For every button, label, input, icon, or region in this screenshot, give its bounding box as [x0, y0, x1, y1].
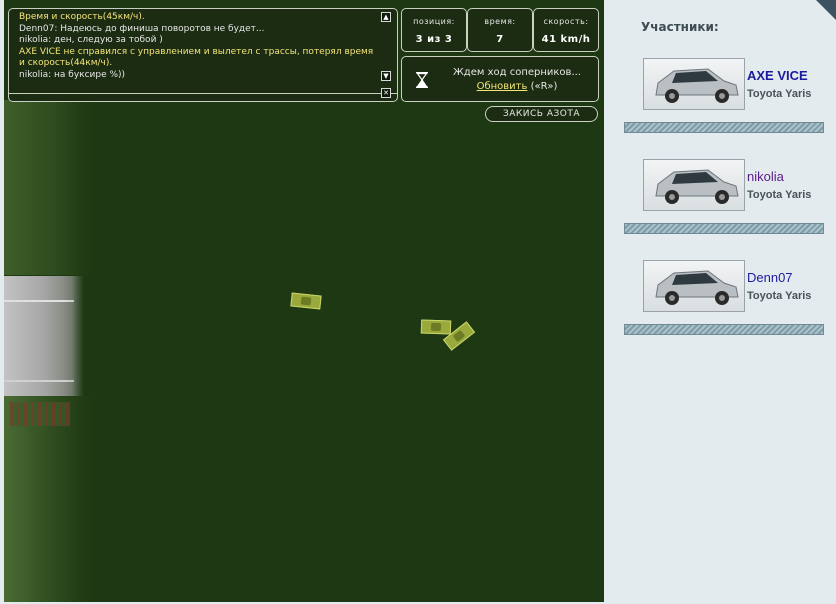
participant-progress-bar — [624, 324, 824, 335]
position-box: позиция: 3 из 3 — [401, 8, 467, 52]
participant-name[interactable]: Denn07 — [747, 270, 793, 285]
speed-label: скорость: — [543, 17, 589, 26]
participant-card: Denn07 Toyota Yaris — [643, 260, 833, 316]
chat-divider — [9, 93, 397, 94]
corner-decoration — [816, 0, 836, 20]
car-icon — [655, 270, 739, 305]
car-image — [643, 260, 745, 312]
chat-panel: Время и скорость(45км/ч). Denn07: Надеюс… — [8, 8, 398, 102]
participant-name[interactable]: nikolia — [747, 169, 784, 184]
chat-message: nikolia: на буксире %)) — [19, 69, 126, 80]
time-box: время: 7 — [467, 8, 533, 52]
flower-bed — [10, 402, 70, 426]
time-value: 7 — [496, 34, 504, 45]
participants-title: Участники: — [641, 20, 719, 34]
car-icon — [655, 68, 739, 103]
scroll-up-icon[interactable]: ▲ — [381, 12, 391, 22]
speed-value: 41 km/h — [541, 34, 591, 45]
car-token — [420, 319, 452, 335]
car-image — [643, 159, 745, 211]
refresh-hotkey: («R») — [530, 81, 558, 92]
speed-box: скорость: 41 km/h — [533, 8, 599, 52]
position-value: 3 из 3 — [415, 34, 453, 45]
waiting-text: Ждем ход соперников... — [453, 67, 581, 78]
chat-message: Denn07: Надеюсь до финиша поворотов не б… — [19, 23, 265, 34]
participant-car: Toyota Yaris — [747, 290, 812, 302]
refresh-row: Обновить («R») — [442, 81, 592, 92]
nitro-button[interactable]: ЗАКИСЬ АЗОТА — [485, 106, 598, 122]
close-icon[interactable]: ✕ — [381, 88, 391, 98]
hourglass-icon — [416, 72, 428, 88]
participant-progress-bar — [624, 223, 824, 234]
chat-message: AXE VICE не справился с управлением и вы… — [19, 46, 374, 69]
time-label: время: — [484, 17, 516, 26]
car-image — [643, 58, 745, 110]
chat-log: Время и скорость(45км/ч). Denn07: Надеюс… — [19, 12, 379, 88]
chat-message: Время и скорость(45км/ч). — [19, 12, 145, 22]
participant-car: Toyota Yaris — [747, 189, 812, 201]
participant-card: AXE VICE Toyota Yaris — [643, 58, 833, 114]
position-label: позиция: — [413, 17, 455, 26]
car-token — [290, 292, 322, 310]
participant-card: nikolia Toyota Yaris — [643, 159, 833, 215]
scroll-down-icon[interactable]: ▼ — [381, 71, 391, 81]
refresh-link[interactable]: Обновить — [477, 81, 528, 92]
car-icon — [655, 169, 739, 204]
participant-name[interactable]: AXE VICE — [747, 68, 808, 83]
participant-progress-bar — [624, 122, 824, 133]
chat-message: nikolia: ден, следую за тобой ) — [19, 35, 163, 46]
waiting-panel: Ждем ход соперников... Обновить («R») — [401, 56, 599, 102]
participant-car: Toyota Yaris — [747, 88, 812, 100]
